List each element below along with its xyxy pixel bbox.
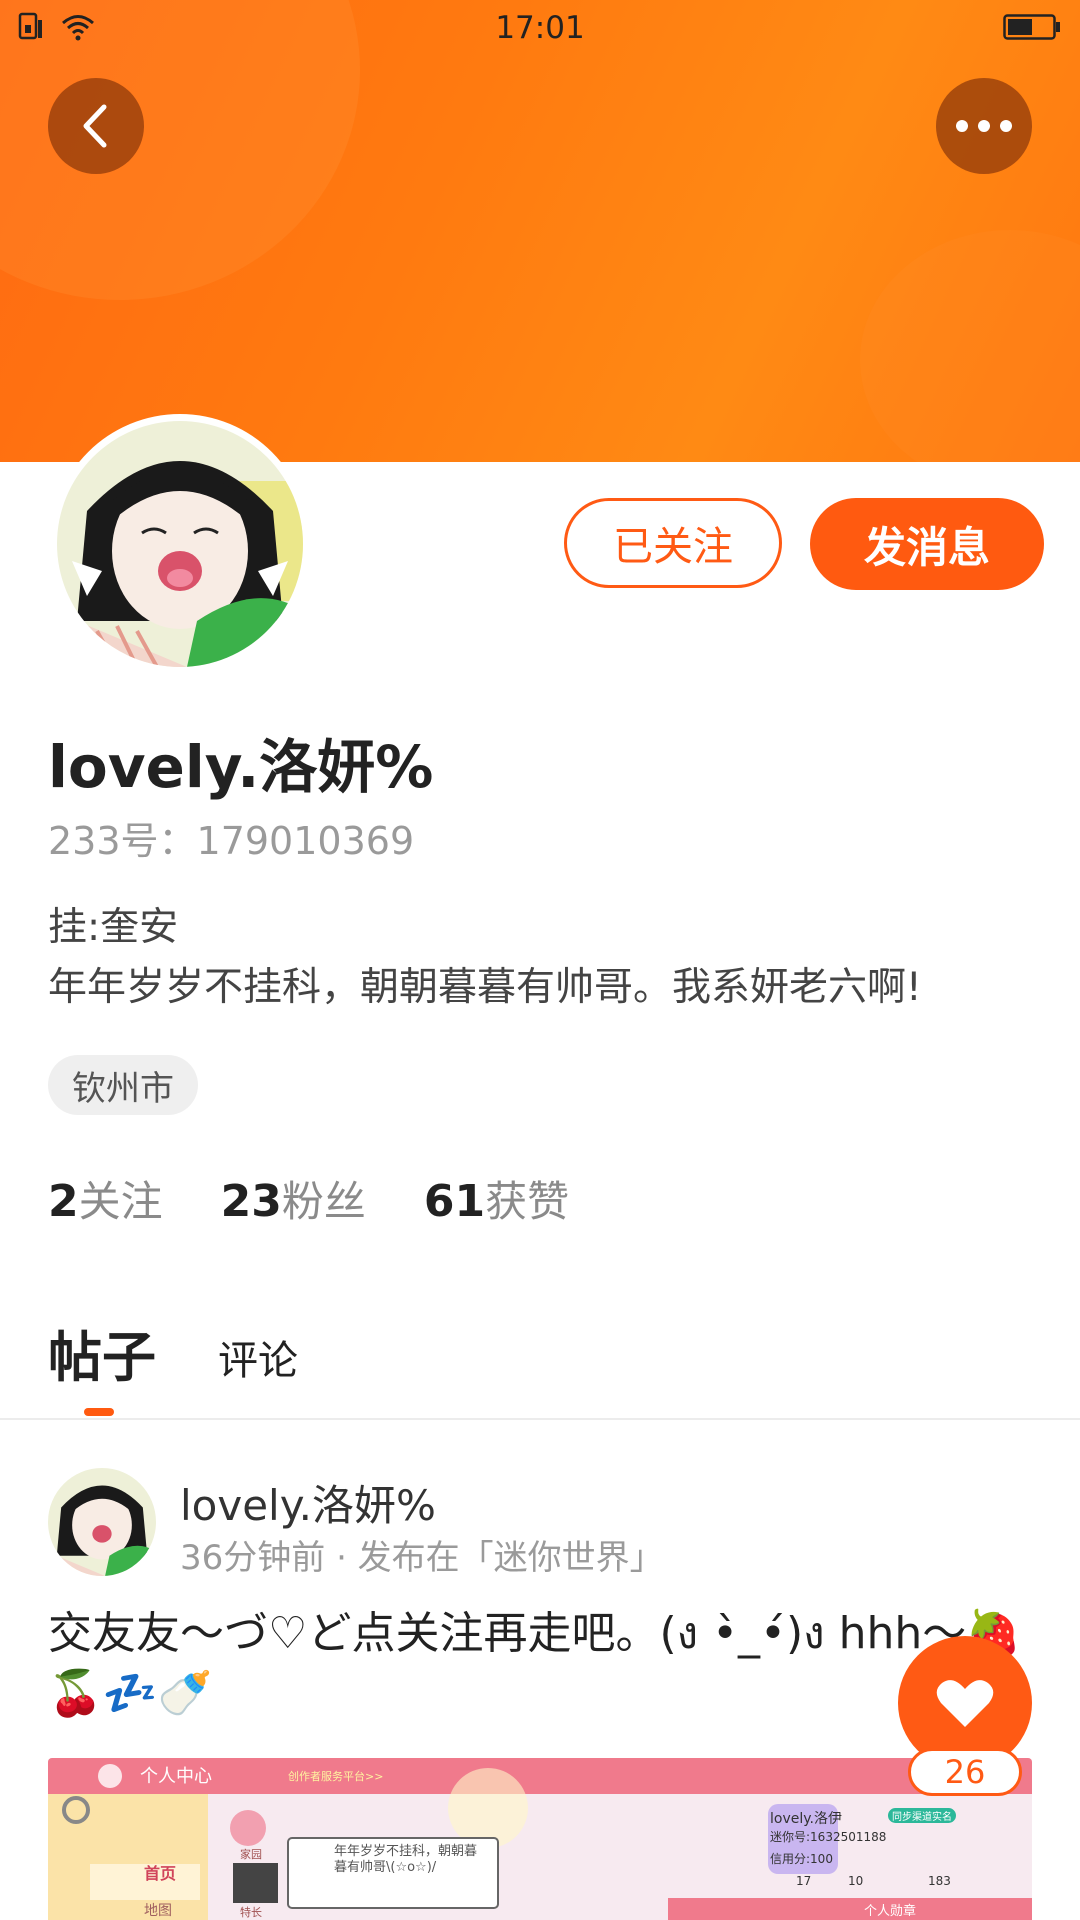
post-author-avatar[interactable] — [48, 1468, 156, 1576]
image-home-icon-label: 家园 — [240, 1848, 262, 1861]
like-count: 26 — [908, 1748, 1022, 1796]
status-time: 17:01 — [495, 10, 585, 46]
following-count: 2 — [48, 1176, 79, 1227]
profile-bio: 挂:奎安 年年岁岁不挂科，朝朝暮暮有帅哥。我系妍老六啊! — [48, 898, 1048, 1018]
likes-label: 获赞 — [485, 1177, 570, 1226]
post-author-name[interactable]: lovely.洛妍% — [180, 1472, 436, 1533]
chevron-left-icon — [83, 104, 107, 148]
likes-stat[interactable]: 61获赞 — [424, 1168, 569, 1229]
divider — [0, 1418, 1080, 1420]
status-bar: 17:01 — [0, 0, 1080, 56]
image-menu-map: 地图 — [144, 1903, 172, 1919]
avatar-image — [57, 421, 303, 667]
likes-count: 61 — [423, 1176, 486, 1227]
content-tabs: 帖子 评论 — [48, 1312, 298, 1392]
image-header-link: 创作者服务平台>> — [288, 1770, 384, 1783]
more-dots-icon — [956, 120, 1012, 132]
image-game-name: lovely.洛伊 — [770, 1811, 842, 1827]
banner-decoration — [860, 230, 1080, 462]
image-sync-label: 同步渠道实名 — [888, 1808, 956, 1823]
profile-avatar[interactable] — [50, 414, 310, 674]
image-badge-text: 个人勋章 — [864, 1904, 917, 1919]
fans-stat[interactable]: 23粉丝 — [221, 1168, 366, 1229]
fans-count: 23 — [220, 1176, 282, 1227]
more-options-button[interactable] — [936, 78, 1032, 174]
bio-line: 年年岁岁不挂科，朝朝暮暮有帅哥。我系妍老六啊! — [48, 965, 922, 1010]
profile-id: 233号：179010369 — [48, 819, 415, 863]
heart-icon — [936, 1680, 994, 1727]
back-button[interactable] — [48, 78, 144, 174]
profile-username: lovely.洛妍% — [48, 733, 434, 801]
image-credit: 信用分:100 — [770, 1852, 833, 1866]
tab-comments[interactable]: 评论 — [218, 1328, 298, 1386]
profile-header-banner — [0, 0, 1080, 462]
image-bubble-text: 年年岁岁不挂科，朝朝暮暮有帅哥\(☆o☆)/ — [334, 1844, 478, 1875]
following-stat[interactable]: 2关注 — [48, 1168, 163, 1229]
followed-button[interactable]: 已关注 — [564, 498, 782, 588]
bio-line: 挂:奎安 — [48, 905, 179, 950]
image-num1: 17 — [796, 1874, 812, 1888]
image-game-id: 迷你号:1632501188 — [770, 1830, 887, 1844]
post-meta: 36分钟前 · 发布在「迷你世界」 — [180, 1538, 664, 1578]
image-num2: 10 — [848, 1874, 864, 1888]
post-image[interactable]: 个人中心 创作者服务平台>> 首页 地图 家园 特长 年年岁岁不挂科，朝朝暮暮有… — [48, 1758, 1032, 1920]
fans-label: 粉丝 — [281, 1177, 366, 1226]
send-message-button[interactable]: 发消息 — [810, 498, 1044, 590]
image-special-label: 特长 — [240, 1906, 262, 1919]
profile-stats: 2关注 23粉丝 61获赞 — [48, 1168, 627, 1229]
image-menu-home: 首页 — [144, 1864, 177, 1883]
battery-icon — [1003, 14, 1060, 40]
image-num3: 183 — [928, 1874, 951, 1888]
image-header-title: 个人中心 — [140, 1766, 212, 1787]
active-tab-indicator — [84, 1408, 114, 1416]
location-tag[interactable]: 钦州市 — [48, 1055, 198, 1115]
following-label: 关注 — [78, 1177, 163, 1226]
tab-posts[interactable]: 帖子 — [48, 1313, 156, 1392]
